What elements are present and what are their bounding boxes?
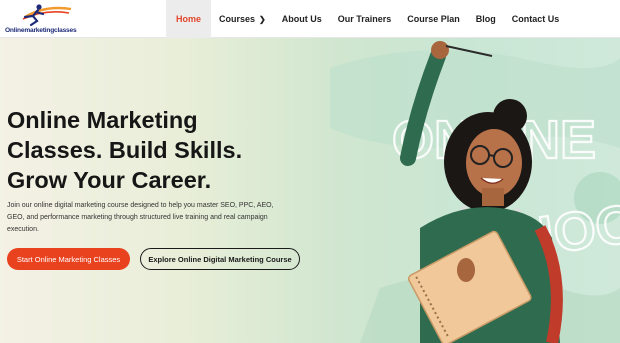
start-classes-button[interactable]: Start Online Marketing Classes [7,248,130,270]
nav-blog-label: Blog [475,14,496,24]
nav-our-trainers[interactable]: Our Trainers [330,0,400,38]
nav-about-label: About Us [281,14,322,24]
nav-about-us[interactable]: About Us [274,0,330,38]
hero-section: ONLINE SCHOOL [0,38,620,343]
nav-course-plan[interactable]: Course Plan [399,0,468,38]
hero-title-line-1: Online Marketing [7,107,198,133]
nav-home-label: Home [176,14,202,24]
main-nav: Home Courses ❯ About Us Our Trainers Cour… [166,0,567,38]
site-logo[interactable]: Onlinemarketingclasses [5,3,81,36]
explore-course-button[interactable]: Explore Online Digital Marketing Course [140,248,300,270]
nav-courses[interactable]: Courses ❯ [211,0,274,38]
hero-title-line-2: Classes. Build Skills. [7,137,243,163]
nav-trainers-label: Our Trainers [337,14,392,24]
logo-text: Onlinemarketingclasses [5,27,77,34]
nav-contact-us[interactable]: Contact Us [504,0,568,38]
nav-home[interactable]: Home [166,0,212,38]
nav-courses-label: Courses [219,14,256,24]
hero-title-line-3: Grow Your Career. [7,167,212,193]
nav-blog[interactable]: Blog [468,0,504,38]
nav-contact-label: Contact Us [511,14,560,24]
chevron-right-icon: ❯ [259,14,266,24]
hero-description: Join our online digital marketing course… [7,202,274,233]
site-header: Onlinemarketingclasses Home Courses ❯ Abo… [0,0,620,38]
hero-title: Online Marketing Classes. Build Skills. … [7,105,247,195]
running-figure-logo-icon [22,4,72,27]
nav-course-plan-label: Course Plan [407,14,460,24]
